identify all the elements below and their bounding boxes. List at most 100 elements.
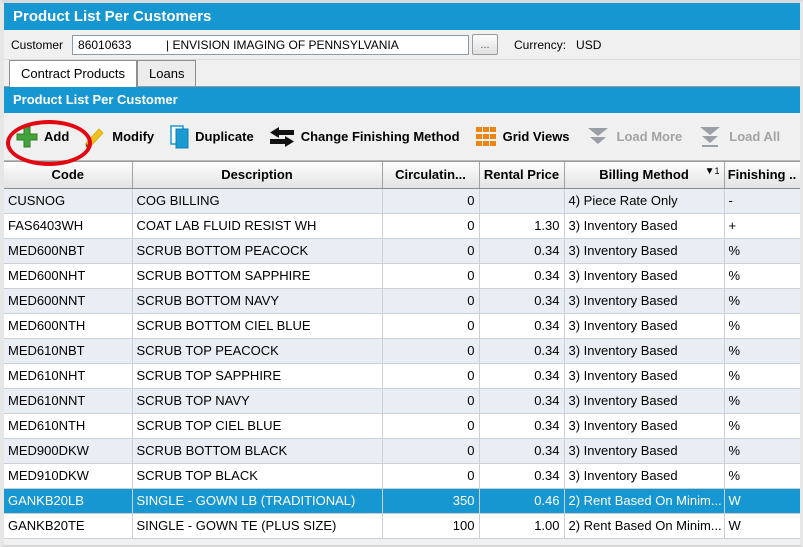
cell-circulating: 0 bbox=[382, 263, 479, 288]
grid-icon bbox=[475, 126, 497, 148]
column-header-billing-method-label: Billing Method bbox=[599, 167, 689, 182]
customer-lookup-button[interactable]: ... bbox=[472, 34, 498, 55]
customer-code: 86010633 bbox=[78, 36, 166, 54]
column-header-circulating[interactable]: Circulatin... bbox=[382, 162, 479, 188]
cell-finishing: % bbox=[724, 288, 800, 313]
table-row[interactable]: MED600NHTSCRUB BOTTOM SAPPHIRE00.343) In… bbox=[4, 263, 800, 288]
column-header-code[interactable]: Code bbox=[4, 162, 132, 188]
cell-code: GANKB20LB bbox=[4, 488, 132, 513]
app-window: Product List Per Customers Customer 8601… bbox=[0, 0, 803, 547]
cell-billing-method: 3) Inventory Based bbox=[564, 388, 724, 413]
cell-rental-price: 0.34 bbox=[479, 288, 564, 313]
cell-finishing: - bbox=[724, 188, 800, 213]
customer-input[interactable]: 86010633 | ENVISION IMAGING OF PENNSYLVA… bbox=[72, 35, 469, 55]
cell-code: MED900DKW bbox=[4, 438, 132, 463]
double-chevron-down-icon bbox=[585, 126, 611, 148]
table-row[interactable]: CUSNOGCOG BILLING04) Piece Rate Only- bbox=[4, 188, 800, 213]
table-row[interactable]: MED600NBTSCRUB BOTTOM PEACOCK00.343) Inv… bbox=[4, 238, 800, 263]
plus-icon bbox=[16, 126, 38, 148]
modify-button[interactable]: Modify bbox=[84, 126, 154, 148]
cell-billing-method: 3) Inventory Based bbox=[564, 313, 724, 338]
cell-rental-price: 0.34 bbox=[479, 313, 564, 338]
cell-code: FAS6403WH bbox=[4, 213, 132, 238]
cell-code: MED610NBT bbox=[4, 338, 132, 363]
cell-description: SINGLE - GOWN LB (TRADITIONAL) bbox=[132, 488, 382, 513]
cell-finishing: % bbox=[724, 338, 800, 363]
toolbar: Add Modify Duplicate bbox=[4, 113, 800, 161]
customer-label: Customer bbox=[11, 38, 63, 52]
pencil-icon bbox=[84, 126, 106, 148]
cell-rental-price: 1.30 bbox=[479, 213, 564, 238]
cell-finishing: % bbox=[724, 313, 800, 338]
cell-circulating: 0 bbox=[382, 238, 479, 263]
cell-circulating: 100 bbox=[382, 513, 479, 538]
customer-name: | ENVISION IMAGING OF PENNSYLVANIA bbox=[166, 36, 399, 54]
table-row[interactable]: GANKB20LBSINGLE - GOWN LB (TRADITIONAL)3… bbox=[4, 488, 800, 513]
cell-finishing: % bbox=[724, 438, 800, 463]
cell-circulating: 0 bbox=[382, 388, 479, 413]
cell-code: MED600NBT bbox=[4, 238, 132, 263]
load-all-button[interactable]: Load All bbox=[697, 126, 780, 148]
change-finishing-method-label: Change Finishing Method bbox=[301, 129, 460, 144]
grid-views-button[interactable]: Grid Views bbox=[475, 126, 570, 148]
cell-circulating: 0 bbox=[382, 213, 479, 238]
cell-code: MED610NTH bbox=[4, 413, 132, 438]
table-header-row: Code Description Circulatin... Rental Pr… bbox=[4, 162, 800, 188]
cell-finishing: % bbox=[724, 413, 800, 438]
cell-billing-method: 2) Rent Based On Minim... bbox=[564, 488, 724, 513]
cell-finishing: % bbox=[724, 388, 800, 413]
cell-circulating: 0 bbox=[382, 413, 479, 438]
table-row[interactable]: MED610NBTSCRUB TOP PEACOCK00.343) Invent… bbox=[4, 338, 800, 363]
table-row[interactable]: MED610NHTSCRUB TOP SAPPHIRE00.343) Inven… bbox=[4, 363, 800, 388]
cell-rental-price: 0.34 bbox=[479, 388, 564, 413]
tab-loans[interactable]: Loans bbox=[137, 60, 196, 86]
cell-finishing: + bbox=[724, 213, 800, 238]
cell-code: MED600NNT bbox=[4, 288, 132, 313]
cell-billing-method: 2) Rent Based On Minim... bbox=[564, 513, 724, 538]
cell-rental-price: 0.34 bbox=[479, 338, 564, 363]
change-finishing-method-button[interactable]: Change Finishing Method bbox=[269, 126, 460, 148]
tab-bar: Contract Products Loans bbox=[4, 60, 800, 87]
table-row[interactable]: MED610NTHSCRUB TOP CIEL BLUE00.343) Inve… bbox=[4, 413, 800, 438]
cell-description: SCRUB BOTTOM PEACOCK bbox=[132, 238, 382, 263]
cell-finishing: % bbox=[724, 463, 800, 488]
grid-views-button-label: Grid Views bbox=[503, 129, 570, 144]
cell-code: MED610NHT bbox=[4, 363, 132, 388]
table-row[interactable]: MED600NNTSCRUB BOTTOM NAVY00.343) Invent… bbox=[4, 288, 800, 313]
cell-description: SCRUB TOP PEACOCK bbox=[132, 338, 382, 363]
column-header-finishing[interactable]: Finishing .. bbox=[724, 162, 800, 188]
cell-description: SINGLE - GOWN TE (PLUS SIZE) bbox=[132, 513, 382, 538]
column-header-description[interactable]: Description bbox=[132, 162, 382, 188]
cell-rental-price bbox=[479, 188, 564, 213]
cell-circulating: 350 bbox=[382, 488, 479, 513]
table-row[interactable]: MED610NNTSCRUB TOP NAVY00.343) Inventory… bbox=[4, 388, 800, 413]
column-header-billing-method[interactable]: Billing Method ▼1 bbox=[564, 162, 724, 188]
table-row[interactable]: GANKB20TESINGLE - GOWN TE (PLUS SIZE)100… bbox=[4, 513, 800, 538]
cell-rental-price: 0.34 bbox=[479, 413, 564, 438]
cell-code: MED600NTH bbox=[4, 313, 132, 338]
load-more-button[interactable]: Load More bbox=[585, 126, 683, 148]
tab-contract-products[interactable]: Contract Products bbox=[9, 60, 137, 87]
currency-label: Currency: bbox=[514, 38, 566, 52]
table-row[interactable]: MED600NTHSCRUB BOTTOM CIEL BLUE00.343) I… bbox=[4, 313, 800, 338]
cell-code: CUSNOG bbox=[4, 188, 132, 213]
cell-code: MED910DKW bbox=[4, 463, 132, 488]
cell-billing-method: 3) Inventory Based bbox=[564, 288, 724, 313]
cell-code: GANKB20TE bbox=[4, 513, 132, 538]
column-header-rental-price[interactable]: Rental Price bbox=[479, 162, 564, 188]
table-row[interactable]: MED900DKWSCRUB BOTTOM BLACK00.343) Inven… bbox=[4, 438, 800, 463]
cell-code: MED610NNT bbox=[4, 388, 132, 413]
cell-billing-method: 3) Inventory Based bbox=[564, 338, 724, 363]
add-button[interactable]: Add bbox=[16, 126, 69, 148]
duplicate-button[interactable]: Duplicate bbox=[169, 125, 254, 149]
page-title: Product List Per Customers bbox=[4, 3, 800, 30]
cell-description: SCRUB TOP BLACK bbox=[132, 463, 382, 488]
table-row[interactable]: FAS6403WHCOAT LAB FLUID RESIST WH01.303)… bbox=[4, 213, 800, 238]
cell-circulating: 0 bbox=[382, 313, 479, 338]
cell-circulating: 0 bbox=[382, 338, 479, 363]
cell-circulating: 0 bbox=[382, 288, 479, 313]
duplicate-icon bbox=[169, 125, 189, 149]
table-row[interactable]: MED910DKWSCRUB TOP BLACK00.343) Inventor… bbox=[4, 463, 800, 488]
cell-description: COAT LAB FLUID RESIST WH bbox=[132, 213, 382, 238]
cell-billing-method: 4) Piece Rate Only bbox=[564, 188, 724, 213]
